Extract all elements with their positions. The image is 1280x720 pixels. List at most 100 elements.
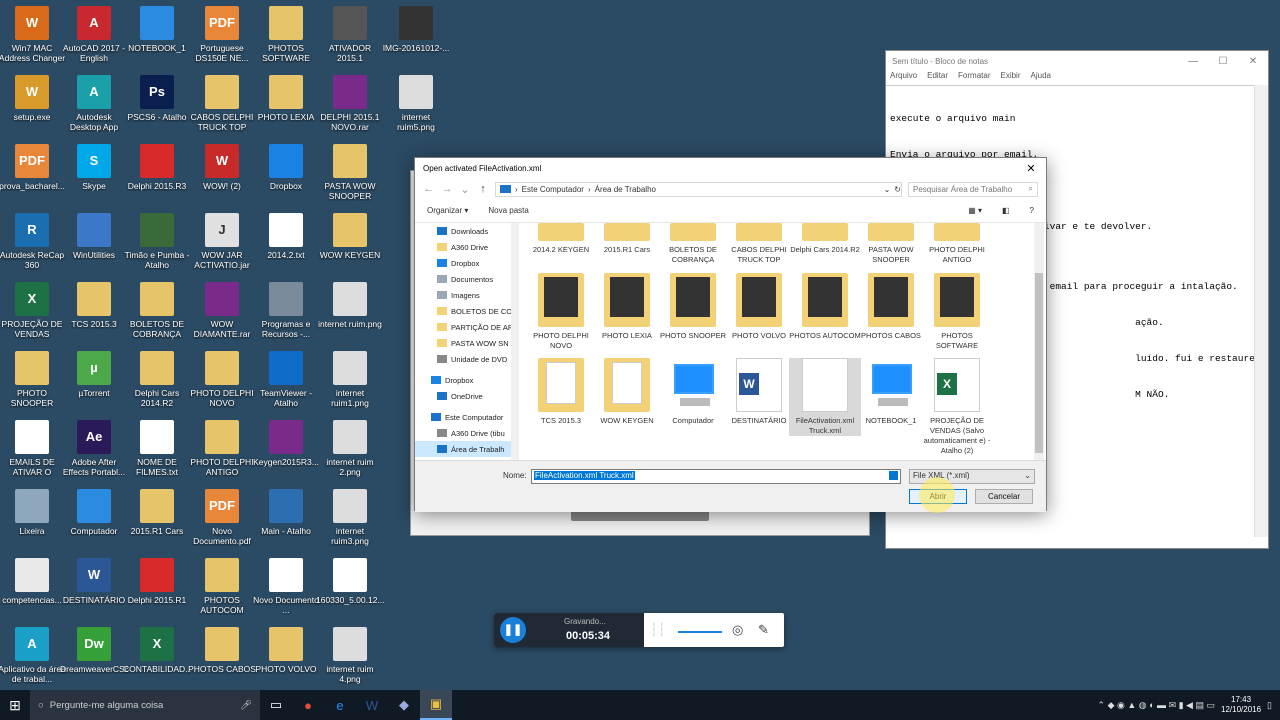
desktop-icon-contabilidad[interactable]: X CONTABILIDAD... — [123, 627, 191, 674]
file-item-photo-volvo[interactable]: PHOTO VOLVO — [723, 273, 795, 341]
file-item-notebook-1[interactable]: NOTEBOOK_1 — [855, 358, 927, 426]
clock[interactable]: 17:43 12/10/2016 — [1221, 695, 1261, 715]
microphone-icon[interactable]: 🎤︎ — [240, 700, 252, 711]
desktop-icon-setup-exe[interactable]: Wsetup.exe — [0, 75, 66, 122]
desktop-icon-timao-e-pumba-atalho[interactable]: Timão e Pumba - Atalho — [123, 213, 191, 270]
desktop-icon-boletos-de-cobranca[interactable]: BOLETOS DE COBRANÇA — [123, 282, 191, 339]
file-item-computador[interactable]: Computador — [657, 358, 729, 426]
address-bar[interactable]: › Este Computador › Área de Trabalho ⌄ ↻ — [495, 181, 902, 197]
notepad-scrollbar[interactable] — [1254, 85, 1268, 537]
tray-icons[interactable]: ⌃ ◆ ◉ ▲ ◍ ◐ ▬ ✉ ▮ ◀ ▤ ▭ — [1098, 700, 1215, 711]
open-file-dialog[interactable]: Open activated FileActivation.xml ✕ ← → … — [414, 157, 1047, 513]
start-button[interactable]: ⊞ — [0, 690, 30, 720]
file-item-photos-cabos[interactable]: PHOTOS CABOS — [855, 273, 927, 341]
desktop-icon-wow-diamante-rar[interactable]: WOW DIAMANTE.rar — [188, 282, 256, 339]
nav-item-area-de-trabalh[interactable]: Área de Trabalh — [415, 441, 514, 457]
dialog-titlebar[interactable]: Open activated FileActivation.xml ✕ — [415, 158, 1046, 178]
desktop-icon-adobe-after-effects-portabl[interactable]: Ae Adobe After Effects Portabl... — [60, 420, 128, 477]
file-item-2014-2-keygen[interactable]: 2014.2 KEYGEN — [525, 223, 597, 255]
desktop-icon-photo-lexia[interactable]: PHOTO LEXIA — [252, 75, 320, 122]
desktop-icon-internet-ruim1-png[interactable]: internet ruim1.png — [316, 351, 384, 408]
desktop-icon-2014-2-txt[interactable]: 2014.2.txt — [252, 213, 320, 260]
desktop-icon-cabos-delphi-truck-top[interactable]: CABOS DELPHI TRUCK TOP — [188, 75, 256, 132]
edge-icon[interactable]: e — [324, 690, 356, 720]
forward-icon[interactable]: → — [441, 183, 453, 195]
view-options-icon[interactable]: ▦ ▾ — [968, 206, 982, 215]
desktop-icon-keygen2015r3[interactable]: Keygen2015R3... — [252, 420, 320, 467]
webcam-icon[interactable]: ◎ — [732, 622, 743, 638]
desktop-icon-pscs6-atalho[interactable]: Ps PSCS6 - Atalho — [123, 75, 191, 122]
refresh-icon[interactable]: ↻ — [894, 185, 901, 194]
file-item-fileactivation-xml-truck-xml[interactable]: FileActivation.xml Truck.xml — [789, 358, 861, 436]
file-item-pasta-wow-snooper[interactable]: PASTA WOW SNOOPER — [855, 223, 927, 265]
desktop-icon-programas-e-recursos[interactable]: Programas e Recursos -... — [252, 282, 320, 339]
breadcrumb-desktop[interactable]: Área de Trabalho — [595, 185, 656, 194]
notifications-icon[interactable]: ▯ — [1267, 700, 1272, 711]
file-item-delphi-cars-2014-r2[interactable]: Delphi Cars 2014.R2 — [789, 223, 861, 255]
desktop-icon-tcs-2015-3[interactable]: TCS 2015.3 — [60, 282, 128, 329]
nav-item-a360-drive[interactable]: A360 Drive — [415, 239, 514, 255]
file-scrollbar[interactable] — [1034, 223, 1044, 461]
desktop-icon-win7-mac-address-changer[interactable]: W Win7 MAC Address Changer — [0, 6, 66, 63]
desktop-icon-portuguese-ds150e-ne[interactable]: PDF Portuguese DS150E NE... — [188, 6, 256, 63]
nav-scrollbar[interactable] — [511, 223, 519, 461]
desktop-icon-autodesk-desktop-app[interactable]: A Autodesk Desktop App — [60, 75, 128, 132]
chevron-down-icon[interactable]: ⌄ — [459, 183, 471, 196]
new-folder-button[interactable]: Nova pasta — [488, 206, 528, 215]
nav-item-boletos-de-co[interactable]: BOLETOS DE CO — [415, 303, 514, 319]
menu-editar[interactable]: Editar — [927, 71, 948, 85]
desktop-icon-projecao-de-vendas-salvo[interactable]: X PROJEÇÃO DE VENDAS (Salvo... — [0, 282, 66, 339]
menu-arquivo[interactable]: Arquivo — [890, 71, 917, 85]
file-item-wow-keygen[interactable]: WOW KEYGEN — [591, 358, 663, 426]
file-item-projecao-de-vendas-salvo-automaticament-e-atalho-2[interactable]: X PROJEÇÃO DE VENDAS (Salvo automaticamen… — [921, 358, 993, 456]
desktop-icon-internet-ruim-4-png[interactable]: internet ruim 4.png — [316, 627, 384, 684]
desktop-icon-competencias[interactable]: competencias... — [0, 558, 66, 605]
desktop-icon-160330-5-00-12[interactable]: 160330_5.00.12... — [316, 558, 384, 605]
preview-pane-icon[interactable]: ◧ — [1002, 206, 1010, 215]
chevron-down-icon[interactable]: ⌄ — [884, 185, 891, 194]
desktop-icon-lixeira[interactable]: Lixeira — [0, 489, 66, 536]
close-icon[interactable]: ✕ — [1016, 162, 1046, 175]
desktop-icon-photo-delphi-novo[interactable]: PHOTO DELPHI NOVO — [188, 351, 256, 408]
nav-item-imagens[interactable]: Imagens — [415, 287, 514, 303]
desktop-icon-teamviewer-atalho[interactable]: TeamViewer - Atalho — [252, 351, 320, 408]
desktop-icon-novo-documento[interactable]: Novo Documento ... — [252, 558, 320, 615]
breadcrumb-computer[interactable]: Este Computador — [522, 185, 584, 194]
desktop-icon-skype[interactable]: S Skype — [60, 144, 128, 191]
file-item-2015-r1-cars[interactable]: 2015.R1 Cars — [591, 223, 663, 255]
desktop-icon-computador[interactable]: Computador — [60, 489, 128, 536]
nav-item-dropbox[interactable]: Dropbox — [415, 255, 514, 271]
desktop-icon-prova-bacharel[interactable]: PDF prova_bacharel... — [0, 144, 66, 191]
desktop-icon-delphi-2015-r1[interactable]: Delphi 2015.R1 — [123, 558, 191, 605]
desktop-icon-img-20161012[interactable]: IMG-20161012-... — [382, 6, 450, 53]
file-item-photo-lexia[interactable]: PHOTO LEXIA — [591, 273, 663, 341]
desktop-icon-destinatario[interactable]: W DESTINATÁRIO — [60, 558, 128, 605]
desktop-icon-ativador-2015-1[interactable]: ATIVADOR 2015.1 — [316, 6, 384, 63]
desktop-icon-novo-documento-pdf[interactable]: PDF Novo Documento.pdf — [188, 489, 256, 546]
desktop-icon-internet-ruim3-png[interactable]: internet ruim3.png — [316, 489, 384, 546]
desktop-icon-pasta-wow-snooper[interactable]: PASTA WOW SNOOPER — [316, 144, 384, 201]
pen-icon[interactable]: ✎ — [758, 622, 769, 638]
desktop-icon-notebook-1[interactable]: NOTEBOOK_1 — [123, 6, 191, 53]
desktop-icon-delphi-2015-r3[interactable]: Delphi 2015.R3 — [123, 144, 191, 191]
desktop-icon-torrent[interactable]: µ µTorrent — [60, 351, 128, 398]
desktop-icon-winutilities[interactable]: WinUtilities — [60, 213, 128, 260]
file-item-cabos-delphi-truck-top[interactable]: CABOS DELPHI TRUCK TOP — [723, 223, 795, 265]
desktop-icon-autocad-2017-english[interactable]: A AutoCAD 2017 - English — [60, 6, 128, 63]
minimize-icon[interactable]: — — [1178, 56, 1208, 67]
desktop-icon-photo-snooper[interactable]: PHOTO SNOOPER — [0, 351, 66, 408]
desktop-icon-delphi-cars-2014-r2[interactable]: Delphi Cars 2014.R2 — [123, 351, 191, 408]
desktop-icon-photo-delphi-antigo[interactable]: PHOTO DELPHI ANTIGO — [188, 420, 256, 477]
file-item-photo-delphi-antigo[interactable]: PHOTO DELPHI ANTIGO — [921, 223, 993, 265]
nav-item-este-computador[interactable]: Este Computador — [415, 409, 514, 425]
search-input[interactable]: Pesquisar Área de Trabalho ⌕ — [908, 181, 1038, 197]
active-app-icon[interactable]: ▣ — [420, 690, 452, 720]
desktop-icon-aplicativo-da-area-de-trabal[interactable]: A Aplicativo da área de trabal... — [0, 627, 66, 684]
desktop-icon-autodesk-recap-360[interactable]: R Autodesk ReCap 360 — [0, 213, 66, 270]
desktop-icon-internet-ruim5-png[interactable]: internet ruim5.png — [382, 75, 450, 132]
desktop-icon-dropbox[interactable]: Dropbox — [252, 144, 320, 191]
file-item-photo-delphi-novo[interactable]: PHOTO DELPHI NOVO — [525, 273, 597, 351]
desktop-icon-internet-ruim-2-png[interactable]: internet ruim 2.png — [316, 420, 384, 477]
cancel-button[interactable]: Cancelar — [975, 489, 1033, 504]
desktop-icon-photos-software[interactable]: PHOTOS SOFTWARE — [252, 6, 320, 63]
